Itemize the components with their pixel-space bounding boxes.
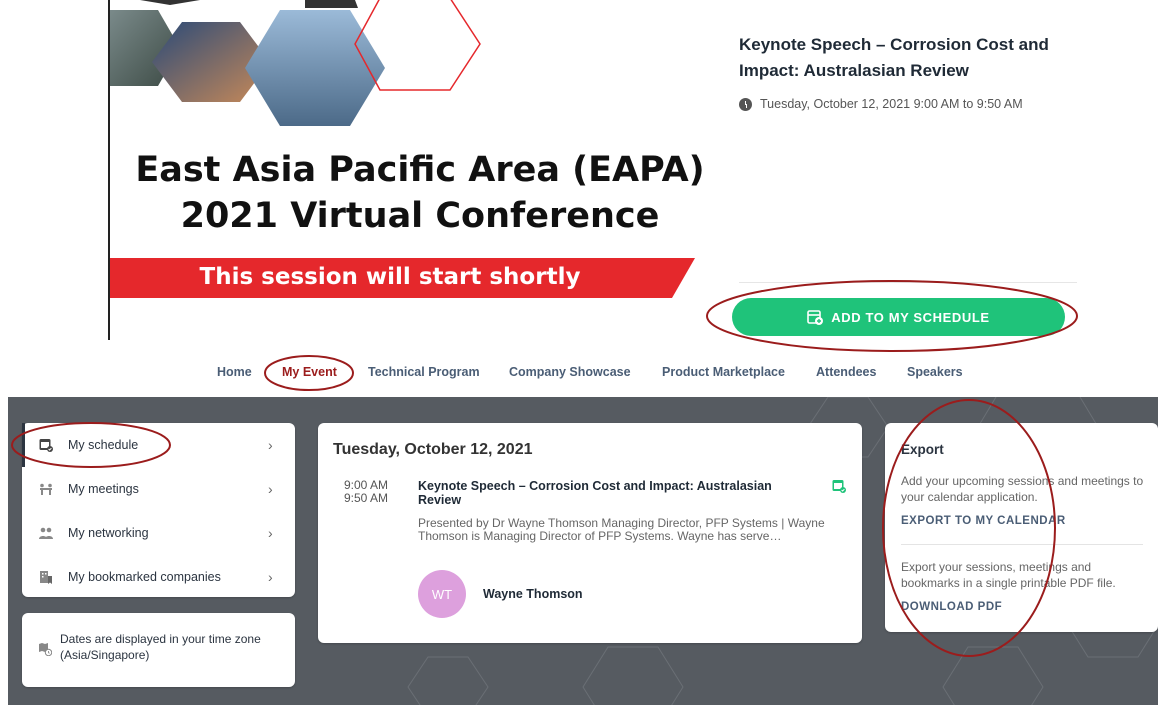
chevron-right-icon: › (268, 569, 273, 585)
timezone-note-card: Dates are displayed in your time zone (A… (22, 613, 295, 687)
nav-company-showcase[interactable]: Company Showcase (509, 365, 631, 379)
sidebar-item-label: My schedule (68, 438, 139, 452)
banner-hexagon-graphic (110, 0, 481, 126)
export-pdf-description: Export your sessions, meetings and bookm… (901, 560, 1116, 590)
my-event-panel: My schedule › My meetings › My networkin… (8, 397, 1158, 705)
speaker-name[interactable]: Wayne Thomson (483, 587, 583, 601)
add-to-schedule-label: ADD TO MY SCHEDULE (831, 309, 990, 325)
sidebar-item-my-bookmarked-companies[interactable]: My bookmarked companies › (22, 555, 295, 599)
schedule-card: Tuesday, October 12, 2021 9:00 AM 9:50 A… (318, 423, 862, 643)
my-event-menu: My schedule › My meetings › My networkin… (22, 423, 295, 597)
calendar-check-icon[interactable] (832, 479, 846, 493)
conference-banner: East Asia Pacific Area (EAPA) 2021 Virtu… (108, 0, 715, 340)
sidebar-item-my-schedule[interactable]: My schedule › (22, 423, 295, 467)
divider (901, 544, 1143, 545)
nav-home[interactable]: Home (217, 365, 252, 379)
schedule-session-description: Presented by Dr Wayne Thomson Managing D… (418, 517, 825, 543)
calendar-check-icon (39, 439, 53, 452)
sidebar-item-my-networking[interactable]: My networking › (22, 511, 295, 555)
banner-title-line2: 2021 Virtual Conference (180, 196, 660, 236)
people-icon (39, 527, 53, 539)
session-end-time: 9:50 AM (344, 491, 389, 505)
export-calendar-description: Add your upcoming sessions and meetings … (901, 474, 1144, 504)
sidebar-item-label: My bookmarked companies (68, 570, 221, 584)
schedule-session-title[interactable]: Keynote Speech – Corrosion Cost and Impa… (418, 479, 798, 507)
calendar-add-icon (807, 310, 824, 325)
session-datetime: Tuesday, October 12, 2021 9:00 AM to 9:5… (739, 97, 1023, 111)
chevron-right-icon: › (268, 437, 273, 453)
meeting-icon (40, 483, 52, 495)
sidebar-item-label: My networking (68, 526, 149, 540)
schedule-date-heading: Tuesday, October 12, 2021 (333, 441, 533, 458)
export-to-calendar-link[interactable]: EXPORT TO MY CALENDAR (901, 515, 1066, 527)
map-clock-icon (39, 643, 52, 656)
timezone-note: Dates are displayed in your time zone (A… (60, 632, 261, 662)
nav-my-event[interactable]: My Event (282, 365, 337, 379)
add-to-schedule-button[interactable]: ADD TO MY SCHEDULE (732, 298, 1065, 336)
sidebar-item-my-meetings[interactable]: My meetings › (22, 467, 295, 511)
export-card: Export Add your upcoming sessions and me… (885, 423, 1158, 632)
export-heading: Export (901, 442, 944, 457)
download-pdf-link[interactable]: DOWNLOAD PDF (901, 601, 1002, 613)
bookmark-building-icon (40, 571, 52, 584)
nav-speakers[interactable]: Speakers (907, 365, 963, 379)
clock-icon (739, 97, 752, 111)
event-nav: Home My Event Technical Program Company … (0, 360, 1168, 390)
chevron-right-icon: › (268, 525, 273, 541)
banner-title-line1: East Asia Pacific Area (EAPA) (135, 150, 705, 190)
session-title: Keynote Speech – Corrosion Cost and Impa… (739, 35, 1049, 80)
nav-product-marketplace[interactable]: Product Marketplace (662, 365, 785, 379)
avatar[interactable]: WT (418, 570, 466, 618)
divider (739, 282, 1077, 283)
banner-ribbon-text: This session will start shortly (199, 264, 581, 290)
session-datetime-text: Tuesday, October 12, 2021 9:00 AM to 9:5… (760, 97, 1023, 111)
sidebar-item-label: My meetings (68, 482, 139, 496)
chevron-right-icon: › (268, 481, 273, 497)
nav-attendees[interactable]: Attendees (816, 365, 876, 379)
nav-technical-program[interactable]: Technical Program (368, 365, 480, 379)
